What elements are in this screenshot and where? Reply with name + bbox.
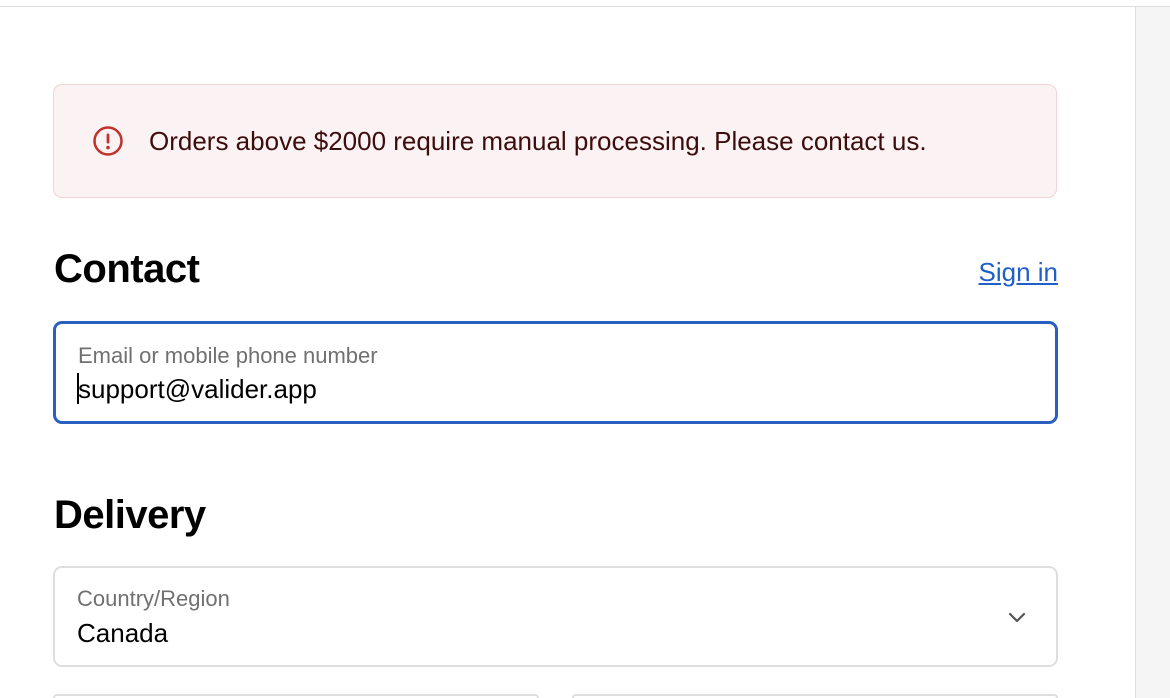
sign-in-link[interactable]: Sign in [979, 257, 1059, 288]
order-summary-panel [1135, 7, 1170, 698]
last-name-field-edge[interactable] [572, 694, 1058, 698]
error-banner-message: Orders above $2000 require manual proces… [149, 125, 927, 156]
email-field-label: Email or mobile phone number [78, 343, 378, 368]
chevron-down-icon[interactable] [1006, 606, 1028, 628]
delivery-heading: Delivery [54, 493, 206, 537]
email-field[interactable]: Email or mobile phone number support@val… [53, 321, 1058, 424]
checkout-page: Orders above $2000 require manual proces… [0, 0, 1170, 698]
first-name-field-edge[interactable] [53, 694, 539, 698]
country-region-select[interactable]: Country/Region Canada [53, 566, 1058, 667]
alert-circle-icon [92, 125, 124, 157]
error-banner: Orders above $2000 require manual proces… [53, 84, 1057, 198]
country-region-label: Country/Region [77, 586, 230, 611]
contact-heading: Contact [54, 247, 200, 291]
country-region-value[interactable]: Canada [77, 618, 168, 649]
top-divider [0, 6, 1170, 7]
email-field-value[interactable]: support@valider.app [78, 374, 317, 405]
